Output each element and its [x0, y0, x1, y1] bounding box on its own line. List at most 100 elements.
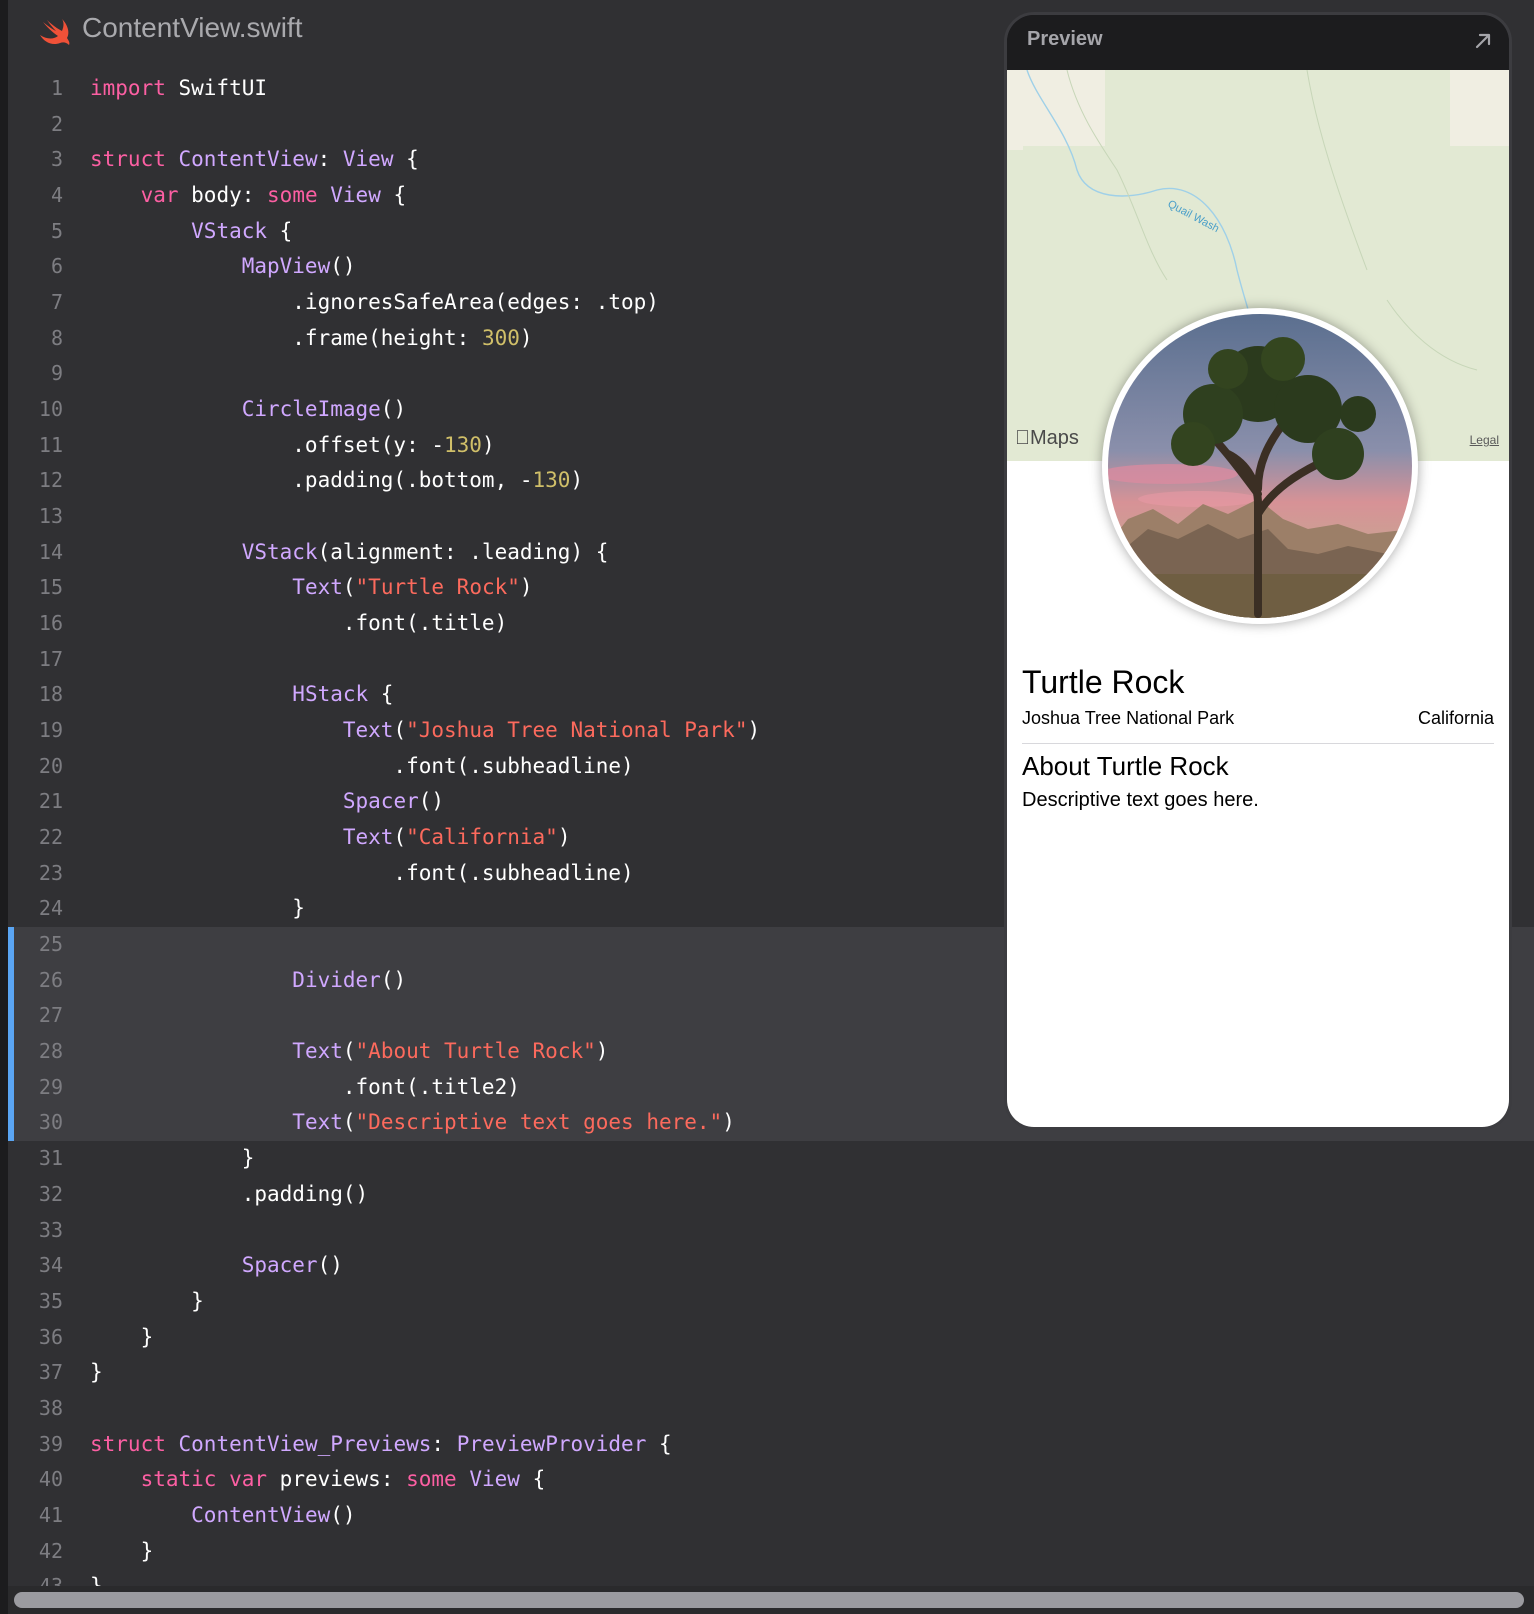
code-text: }: [90, 1534, 154, 1570]
code-line[interactable]: 41 ContentView(): [8, 1498, 1534, 1534]
line-number: 12: [38, 468, 63, 493]
line-number: 10: [38, 397, 63, 422]
code-line[interactable]: 42 }: [8, 1534, 1534, 1570]
code-text: Divider(): [90, 963, 406, 999]
code-text: .font(.subheadline): [90, 749, 633, 785]
state-name: California: [1417, 708, 1494, 728]
code-token: (): [317, 1253, 343, 1278]
code-token: }: [90, 1288, 204, 1313]
code-text: Text("California"): [90, 820, 571, 856]
code-token: ): [481, 432, 495, 457]
code-token: .padding(.bottom, -: [90, 468, 533, 493]
line-number: 6: [50, 254, 63, 279]
code-token: static: [140, 1467, 217, 1492]
code-token: :: [431, 1431, 457, 1456]
code-token: {: [646, 1431, 672, 1456]
line-number: 9: [50, 361, 63, 386]
preview-title: Preview: [1027, 28, 1103, 50]
horizontal-scrollbar[interactable]: [8, 1586, 1534, 1614]
maps-brand-text: Maps: [1015, 427, 1079, 449]
line-number: 19: [38, 718, 63, 743]
code-token: (: [342, 1039, 356, 1064]
line-number: 11: [38, 432, 63, 457]
code-token: ): [519, 325, 533, 350]
code-token: PreviewProvider: [456, 1431, 647, 1456]
line-number: 36: [38, 1324, 63, 1349]
code-line[interactable]: 39 struct ContentView_Previews: PreviewPr…: [8, 1427, 1534, 1463]
code-line[interactable]: 31 }: [8, 1141, 1534, 1177]
maps-logo: Maps: [1015, 427, 1079, 450]
line-number: 38: [38, 1395, 63, 1420]
code-token: .ignoresSafeArea(edges: .top): [90, 290, 659, 315]
code-line[interactable]: 37}: [8, 1355, 1534, 1391]
code-text: .font(.subheadline): [90, 856, 633, 892]
code-text: .offset(y: -130): [90, 428, 495, 464]
code-token: .frame(height:: [90, 325, 482, 350]
code-text: .padding(): [90, 1177, 368, 1213]
code-token: Spacer: [342, 789, 419, 814]
code-token: ): [557, 825, 571, 850]
wash-label: Quail Wash: [1166, 198, 1221, 235]
code-token: some: [267, 183, 318, 208]
file-name: ContentView.swift: [82, 12, 303, 43]
code-text: .padding(.bottom, -130): [90, 463, 583, 499]
code-text: ContentView(): [90, 1498, 356, 1534]
code-editor[interactable]: ContentView.swift 1 import SwiftUI 2 3 struc…: [8, 0, 1534, 1586]
expand-arrow-icon[interactable]: [1471, 29, 1495, 53]
code-token: "About Turtle Rock": [355, 1039, 596, 1064]
code-line[interactable]: 33: [8, 1213, 1534, 1249]
code-line[interactable]: 35 }: [8, 1284, 1534, 1320]
code-token: }: [90, 1324, 154, 1349]
line-number: 15: [38, 575, 63, 600]
device-preview: Quail Wash Maps Legal: [1007, 70, 1509, 1127]
line-number: 21: [38, 789, 63, 814]
scrollbar-thumb[interactable]: [14, 1592, 1524, 1608]
code-token: {: [267, 218, 293, 243]
landmark-title: Turtle Rock: [1022, 664, 1185, 700]
code-token: (): [330, 1502, 356, 1527]
code-token: ): [570, 468, 584, 493]
code-text: }: [90, 1569, 103, 1586]
preview-panel[interactable]: Preview Quail Wash Maps Legal: [1004, 12, 1512, 1130]
code-token: var: [229, 1467, 268, 1492]
code-line[interactable]: 34 Spacer(): [8, 1248, 1534, 1284]
code-text: Text("Joshua Tree National Park"): [90, 713, 760, 749]
code-line[interactable]: 32 .padding(): [8, 1177, 1534, 1213]
line-number: 4: [50, 183, 63, 208]
line-number: 23: [38, 860, 63, 885]
code-line[interactable]: 43}: [8, 1569, 1534, 1586]
description-text: Descriptive text goes here.: [1022, 789, 1259, 811]
code-token: CircleImage: [241, 397, 381, 422]
line-number: 26: [38, 967, 63, 992]
code-line[interactable]: 36 }: [8, 1320, 1534, 1356]
code-line[interactable]: 40 static var previews: some View {: [8, 1462, 1534, 1498]
code-token: var: [140, 183, 179, 208]
code-token: View: [342, 147, 394, 172]
code-text: var body: some View {: [90, 178, 407, 214]
code-token: {: [368, 682, 394, 707]
code-token: View: [330, 183, 381, 208]
code-token: ContentView_Previews: [178, 1431, 432, 1456]
line-number: 39: [38, 1431, 63, 1456]
code-token: 130: [444, 432, 482, 457]
code-token: struct: [90, 147, 166, 172]
line-number: 27: [38, 1003, 63, 1028]
legal-link[interactable]: Legal: [1470, 433, 1499, 447]
code-token: (: [393, 718, 407, 743]
line-number: 2: [50, 111, 63, 136]
code-token: 130: [532, 468, 571, 493]
landmark-photo: [1108, 314, 1412, 618]
code-token: {: [519, 1467, 546, 1492]
line-number: 41: [38, 1502, 63, 1527]
code-line[interactable]: 38: [8, 1391, 1534, 1427]
code-text: VStack(alignment: .leading) {: [90, 535, 609, 571]
code-token: previews:: [267, 1467, 407, 1492]
code-token: MapView: [241, 254, 331, 279]
code-token: "Turtle Rock": [355, 575, 520, 600]
